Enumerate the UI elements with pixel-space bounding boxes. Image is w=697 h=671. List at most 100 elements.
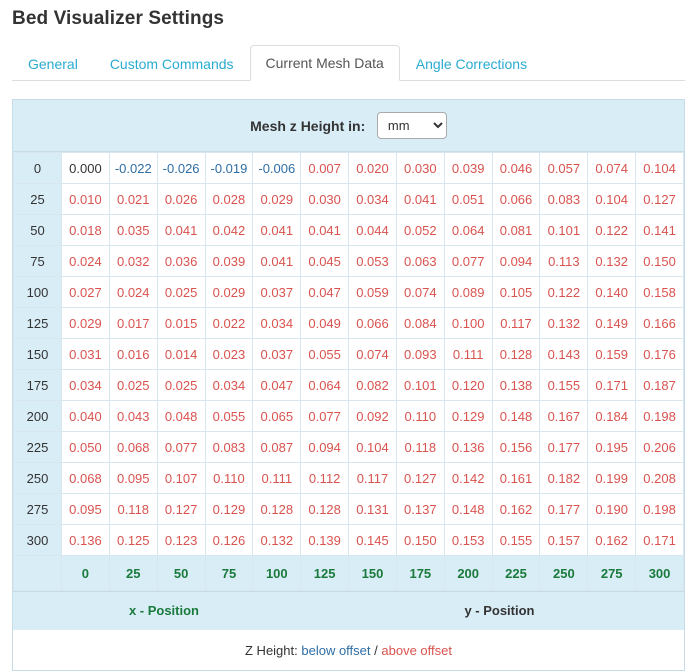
mesh-value-cell: 0.031 <box>62 339 110 370</box>
mesh-value-cell: 0.105 <box>492 277 540 308</box>
mesh-value-cell: 0.030 <box>301 184 349 215</box>
mesh-value-cell: 0.094 <box>301 432 349 463</box>
tab-bar: General Custom Commands Current Mesh Dat… <box>12 46 685 81</box>
mesh-value-cell: 0.047 <box>253 370 301 401</box>
legend-below-offset: below offset <box>301 643 370 658</box>
mesh-value-cell: 0.041 <box>396 184 444 215</box>
z-height-legend: Z Height: below offset / above offset <box>13 630 684 670</box>
mesh-value-cell: 0.024 <box>109 277 157 308</box>
column-header-cell: 275 <box>588 556 636 591</box>
row-header-cell: 150 <box>14 339 62 370</box>
row-header-cell: 50 <box>14 215 62 246</box>
mesh-value-cell: 0.158 <box>636 277 684 308</box>
mesh-value-cell: 0.129 <box>444 401 492 432</box>
mesh-unit-header: Mesh z Height in: mm in <box>13 100 684 152</box>
mesh-value-cell: 0.125 <box>109 525 157 556</box>
mesh-value-cell: 0.107 <box>157 463 205 494</box>
mesh-value-cell: 0.129 <box>205 494 253 525</box>
mesh-value-cell: 0.016 <box>109 339 157 370</box>
mesh-value-cell: 0.155 <box>540 370 588 401</box>
mesh-value-cell: 0.047 <box>301 277 349 308</box>
row-header-cell: 275 <box>14 494 62 525</box>
column-header-cell: 125 <box>301 556 349 591</box>
mesh-value-cell: 0.126 <box>205 525 253 556</box>
mesh-value-cell: 0.023 <box>205 339 253 370</box>
mesh-value-cell: 0.113 <box>540 246 588 277</box>
y-position-label: y - Position <box>315 603 684 618</box>
mesh-value-cell: 0.198 <box>636 401 684 432</box>
mesh-value-cell: 0.053 <box>349 246 397 277</box>
mesh-value-cell: 0.198 <box>636 494 684 525</box>
mesh-value-cell: 0.122 <box>588 215 636 246</box>
tab-current-mesh-data[interactable]: Current Mesh Data <box>250 45 400 81</box>
mesh-value-cell: 0.110 <box>205 463 253 494</box>
mesh-value-cell: 0.123 <box>157 525 205 556</box>
mesh-value-cell: 0.024 <box>62 246 110 277</box>
mesh-value-cell: 0.087 <box>253 432 301 463</box>
column-header-cell: 100 <box>253 556 301 591</box>
mesh-value-cell: 0.150 <box>636 246 684 277</box>
mesh-value-cell: 0.041 <box>301 215 349 246</box>
mesh-value-cell: 0.120 <box>444 370 492 401</box>
mesh-value-cell: 0.104 <box>588 184 636 215</box>
mesh-value-cell: 0.208 <box>636 463 684 494</box>
row-header-cell: 225 <box>14 432 62 463</box>
mesh-value-cell: 0.104 <box>349 432 397 463</box>
column-header-cell: 250 <box>540 556 588 591</box>
row-header-cell: 75 <box>14 246 62 277</box>
mesh-value-cell: 0.055 <box>205 401 253 432</box>
row-header-cell: 175 <box>14 370 62 401</box>
mesh-value-cell: 0.161 <box>492 463 540 494</box>
legend-above-offset: above offset <box>381 643 452 658</box>
column-header-cell: 300 <box>636 556 684 591</box>
mesh-value-cell: 0.041 <box>253 246 301 277</box>
mesh-value-cell: 0.122 <box>540 277 588 308</box>
mesh-value-cell: 0.084 <box>396 308 444 339</box>
column-header-cell: 75 <box>205 556 253 591</box>
mesh-value-cell: 0.171 <box>636 525 684 556</box>
mesh-value-cell: 0.143 <box>540 339 588 370</box>
table-row: 2750.0950.1180.1270.1290.1280.1280.1310.… <box>14 494 684 525</box>
tab-angle-corrections[interactable]: Angle Corrections <box>400 46 543 81</box>
mesh-value-cell: 0.042 <box>205 215 253 246</box>
mesh-value-cell: 0.142 <box>444 463 492 494</box>
table-row: 3000.1360.1250.1230.1260.1320.1390.1450.… <box>14 525 684 556</box>
mesh-value-cell: 0.049 <box>301 308 349 339</box>
mesh-value-cell: 0.093 <box>396 339 444 370</box>
mesh-value-cell: 0.111 <box>444 339 492 370</box>
table-row: 500.0180.0350.0410.0420.0410.0410.0440.0… <box>14 215 684 246</box>
mesh-value-cell: 0.083 <box>205 432 253 463</box>
row-header-cell: 125 <box>14 308 62 339</box>
mesh-value-cell: 0.020 <box>349 153 397 184</box>
mesh-value-cell: 0.199 <box>588 463 636 494</box>
mesh-unit-select[interactable]: mm in <box>377 112 447 139</box>
mesh-value-cell: 0.081 <box>492 215 540 246</box>
mesh-value-cell: 0.065 <box>253 401 301 432</box>
mesh-value-cell: 0.018 <box>62 215 110 246</box>
tab-general[interactable]: General <box>12 46 94 81</box>
mesh-value-cell: 0.132 <box>253 525 301 556</box>
column-header-cell: 150 <box>349 556 397 591</box>
mesh-value-cell: 0.050 <box>62 432 110 463</box>
mesh-panel: Mesh z Height in: mm in 00.000-0.022-0.0… <box>12 99 685 671</box>
mesh-value-cell: 0.167 <box>540 401 588 432</box>
mesh-value-cell: 0.029 <box>205 277 253 308</box>
column-header-cell: 200 <box>444 556 492 591</box>
tab-custom-commands[interactable]: Custom Commands <box>94 46 250 81</box>
mesh-value-cell: 0.089 <box>444 277 492 308</box>
mesh-value-cell: 0.149 <box>588 308 636 339</box>
mesh-value-cell: 0.117 <box>492 308 540 339</box>
row-header-cell: 25 <box>14 184 62 215</box>
mesh-value-cell: 0.141 <box>636 215 684 246</box>
mesh-value-cell: 0.100 <box>444 308 492 339</box>
mesh-value-cell: 0.110 <box>396 401 444 432</box>
legend-separator: / <box>374 643 378 658</box>
row-header-cell: 0 <box>14 153 62 184</box>
table-row: 00.000-0.022-0.026-0.019-0.0060.0070.020… <box>14 153 684 184</box>
column-header-cell: 0 <box>62 556 110 591</box>
mesh-value-cell: 0.057 <box>540 153 588 184</box>
mesh-value-cell: 0.101 <box>540 215 588 246</box>
mesh-value-cell: 0.036 <box>157 246 205 277</box>
table-row: 1750.0340.0250.0250.0340.0470.0640.0820.… <box>14 370 684 401</box>
bed-visualizer-settings-page: Bed Visualizer Settings General Custom C… <box>0 0 697 625</box>
